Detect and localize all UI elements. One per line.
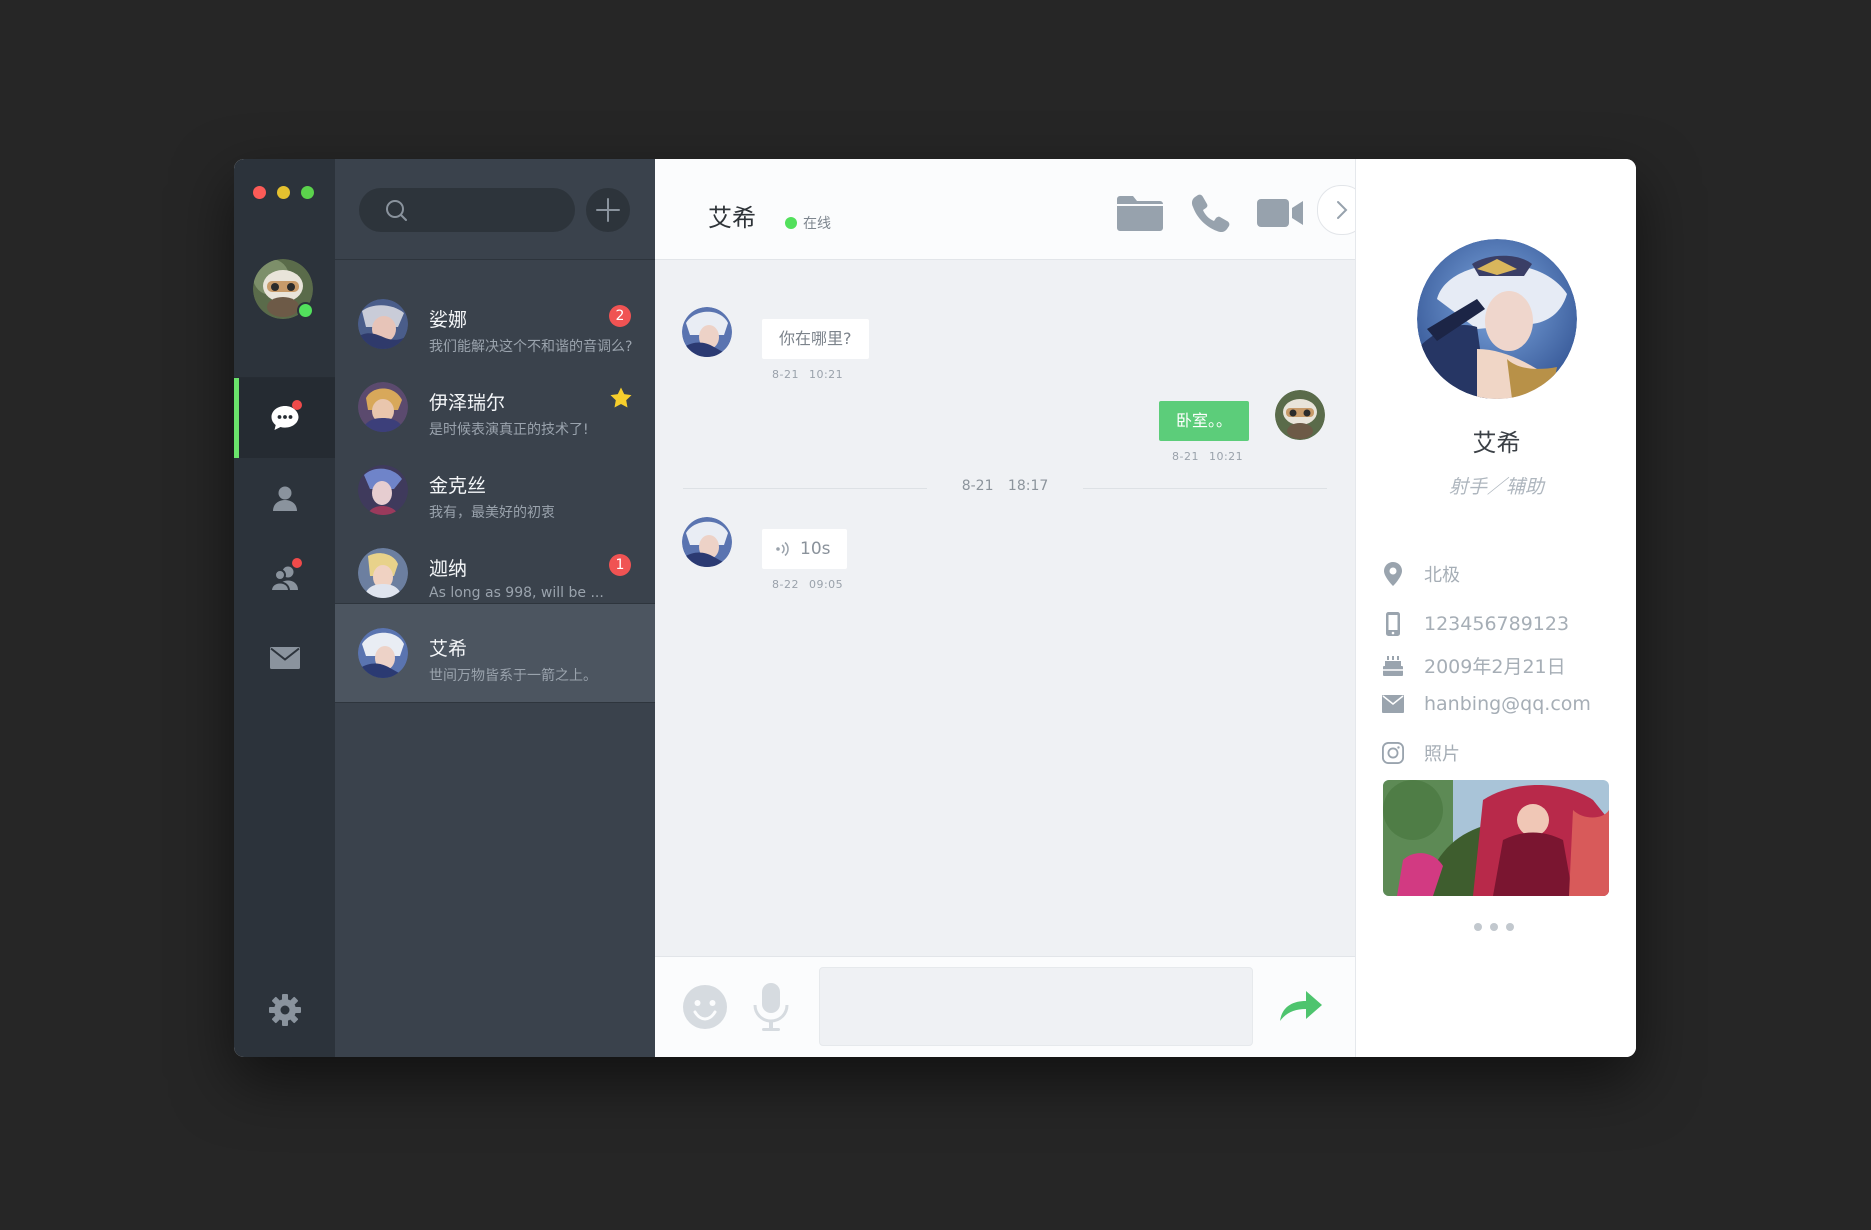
groups-unread-dot (292, 558, 302, 568)
gear-icon (268, 994, 301, 1026)
plus-icon (596, 198, 620, 222)
sender-avatar[interactable] (682, 307, 732, 357)
unread-badge: 2 (609, 305, 631, 327)
contact-name: 伊泽瑞尔 (429, 392, 506, 414)
video-icon[interactable] (1257, 197, 1303, 229)
my-avatar[interactable] (253, 259, 315, 321)
email-text[interactable]: hanbing@qq.com (1424, 693, 1591, 715)
nav-groups[interactable] (234, 538, 335, 618)
location-text: 北极 (1424, 565, 1460, 586)
nav-rail (234, 159, 335, 1057)
phone-icon[interactable] (1189, 193, 1231, 233)
avatar (358, 548, 408, 598)
voice-message-bubble[interactable]: 10s (762, 529, 847, 569)
send-icon[interactable] (1278, 989, 1324, 1023)
chat-title: 艾希 (708, 204, 756, 232)
profile-avatar[interactable] (1417, 239, 1577, 399)
conversation-list: 娑娜 我们能解决这个不和谐的音调么? 2 伊泽瑞尔 是时候表演真正的技术了! 金… (335, 159, 655, 1057)
date-divider-label: 8-21 18:17 (927, 478, 1083, 494)
contact-name: 金克丝 (429, 475, 487, 497)
contact-icon (272, 486, 297, 511)
phone-text[interactable]: 123456789123 (1424, 613, 1569, 635)
last-message-preview: 世间万物皆系于一箭之上。 (429, 668, 597, 684)
chat-unread-dot (292, 400, 302, 410)
last-message-preview: 我们能解决这个不和谐的音调么? (429, 339, 633, 355)
envelope-icon (1382, 692, 1404, 716)
location-pin-icon (1382, 562, 1404, 586)
chat-actions (1117, 193, 1303, 233)
voice-duration: 10s (800, 539, 831, 559)
contact-name: 迦纳 (429, 558, 468, 580)
add-conversation-button[interactable] (586, 188, 630, 232)
status-text: 在线 (803, 216, 831, 232)
group-icon (269, 566, 298, 592)
message-timestamp: 8-22 09:05 (772, 578, 844, 591)
message-timestamp: 8-21 10:21 (772, 368, 844, 381)
nav-contacts[interactable] (234, 458, 335, 538)
email-row: hanbing@qq.com (1382, 692, 1591, 716)
more-photos-button[interactable] (1474, 923, 1514, 931)
nav-chat[interactable] (234, 378, 335, 458)
message-input[interactable] (819, 967, 1253, 1046)
photo-thumbnail[interactable] (1383, 780, 1609, 896)
profile-name: 艾希 (1472, 429, 1521, 457)
online-dot (785, 217, 797, 229)
mobile-phone-icon (1382, 612, 1404, 636)
birthday-cake-icon (1382, 654, 1404, 678)
search-icon (386, 200, 407, 221)
sender-avatar[interactable] (682, 517, 732, 567)
last-message-preview: 我有，最美好的初衷 (429, 505, 555, 521)
avatar (358, 465, 408, 515)
unread-badge: 1 (609, 554, 631, 576)
chat-pane: 艾希 在线 你在哪里? 8-21 10:21 卧室。。 8-21 10:21 8… (655, 159, 1367, 1057)
mail-icon (269, 647, 300, 669)
avatar (358, 382, 408, 432)
voice-wave-icon (776, 541, 789, 557)
phone-row: 123456789123 (1382, 612, 1569, 636)
message-timestamp: 8-21 10:21 (1172, 450, 1244, 463)
photos-header: 照片 (1382, 740, 1460, 766)
location-row: 北极 (1382, 561, 1460, 587)
message-bubble[interactable]: 你在哪里? (762, 319, 869, 359)
camera-icon (1382, 741, 1404, 765)
message-composer (655, 956, 1355, 1057)
settings-button[interactable] (234, 993, 335, 1027)
conversation-item-active[interactable]: 艾希 世间万物皆系于一箭之上。 (335, 603, 655, 703)
online-indicator (297, 302, 314, 319)
close-window-button[interactable] (253, 186, 266, 199)
avatar (358, 299, 408, 349)
emoji-icon[interactable] (682, 984, 728, 1030)
presence-status: 在线 (785, 213, 831, 233)
zoom-window-button[interactable] (301, 186, 314, 199)
chat-header: 艾希 在线 (655, 159, 1367, 260)
microphone-icon[interactable] (752, 981, 790, 1033)
profile-role: 射手／辅助 (1448, 476, 1544, 498)
contact-name: 艾希 (429, 638, 468, 660)
birthday-row: 2009年2月21日 (1382, 652, 1566, 679)
birthday-text: 2009年2月21日 (1424, 656, 1566, 678)
contact-name: 娑娜 (429, 309, 468, 331)
message-bubble-outgoing[interactable]: 卧室。。 (1159, 401, 1250, 441)
window-controls (253, 186, 314, 199)
avatar (358, 628, 408, 678)
my-message-avatar[interactable] (1275, 390, 1325, 440)
search-input[interactable] (419, 196, 563, 226)
app-window: 娑娜 我们能解决这个不和谐的音调么? 2 伊泽瑞尔 是时候表演真正的技术了! 金… (234, 159, 1636, 1057)
nav-mail[interactable] (234, 618, 335, 698)
favorite-star-icon[interactable] (609, 386, 633, 414)
minimize-window-button[interactable] (277, 186, 290, 199)
folder-icon[interactable] (1117, 195, 1163, 231)
photos-label: 照片 (1424, 744, 1460, 765)
list-header (335, 159, 655, 260)
last-message-preview: 是时候表演真正的技术了! (429, 422, 589, 438)
search-box[interactable] (359, 188, 575, 232)
profile-pane: 艾希 射手／辅助 北极 123456789123 2009年2月21日 hanb… (1355, 159, 1636, 1057)
last-message-preview: As long as 998, will be ... (429, 585, 604, 601)
